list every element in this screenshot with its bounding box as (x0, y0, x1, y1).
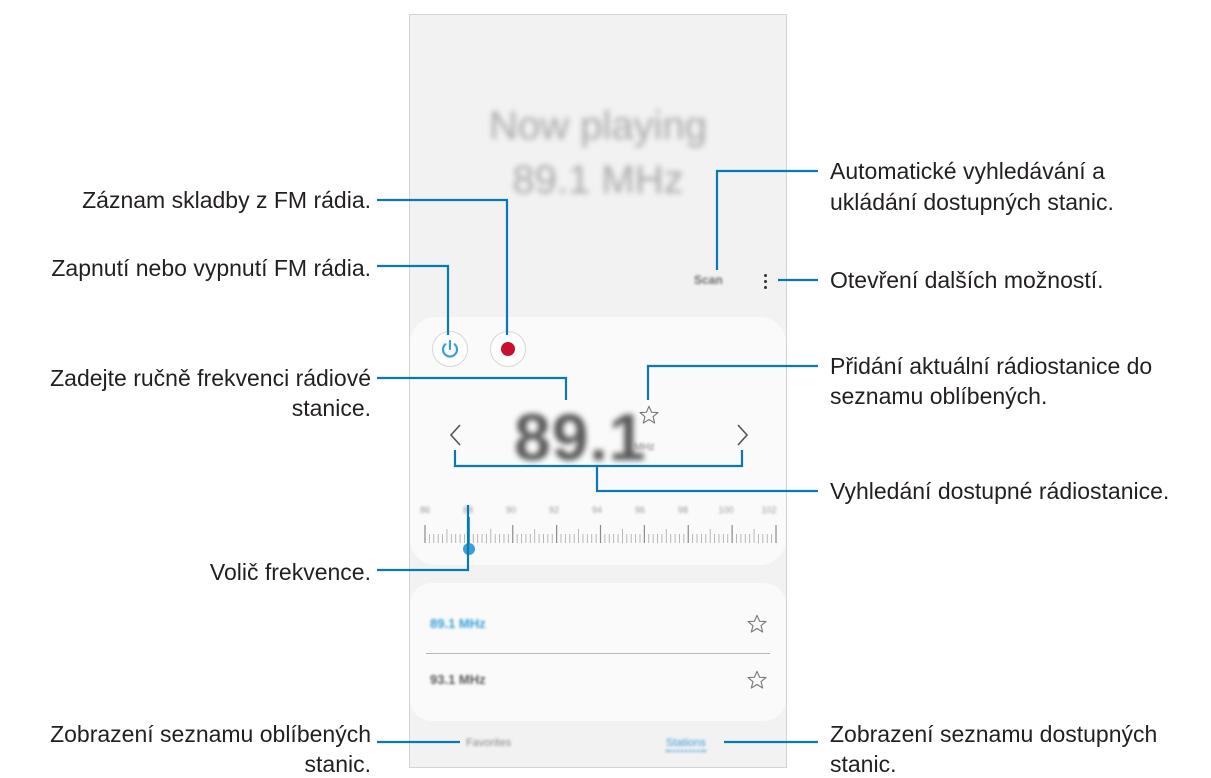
scan-button[interactable]: Scan (694, 273, 723, 287)
callout-stations-1: Zobrazení seznamu dostupných (830, 721, 1158, 747)
now-playing-title: Now playing (489, 104, 707, 148)
more-options-icon[interactable] (760, 271, 770, 291)
station-row[interactable]: 93.1 MHz (426, 653, 770, 709)
now-playing-display: Now playing 89.1 MHz (410, 99, 786, 207)
tuner-panel: 89.1 MHz 86 88 90 92 94 96 98 100 102 (410, 317, 786, 565)
power-button[interactable] (432, 331, 468, 367)
callout-favorites-1: Zobrazení seznamu oblíbených (50, 721, 371, 747)
scale-label: 100 (718, 505, 734, 515)
star-outline-icon[interactable] (746, 613, 768, 635)
callout-scan-1: Automatické vyhledávání a (830, 158, 1105, 184)
star-outline-icon[interactable] (638, 404, 660, 426)
frequency-display[interactable]: 89.1 (514, 399, 646, 475)
chevron-left-icon[interactable] (444, 421, 468, 449)
scale-label: 86 (419, 505, 431, 515)
frequency-unit: MHz (634, 442, 655, 453)
tab-stations[interactable]: Stations (666, 737, 706, 752)
frequency-slider-handle[interactable] (463, 543, 475, 555)
callout-stations-2: stanic. (830, 751, 897, 777)
frequency-ruler[interactable] (410, 521, 786, 545)
scale-label: 94 (591, 505, 603, 515)
callout-power: Zapnutí nebo vypnutí FM rádia. (51, 255, 371, 281)
callout-manual-1: Zadejte ručně frekvenci rádiové (50, 365, 371, 391)
callout-add-fav-2: seznamu oblíbených. (830, 383, 1048, 409)
scale-label: 88 (462, 505, 474, 515)
record-button[interactable] (490, 331, 526, 367)
station-name: 93.1 MHz (430, 672, 486, 687)
chevron-right-icon[interactable] (730, 421, 754, 449)
callout-record: Záznam skladby z FM rádia. (82, 187, 371, 213)
callout-favorites-2: stanic. (304, 751, 371, 777)
fm-radio-screen: Now playing 89.1 MHz Scan 89.1 MHz 86 88… (409, 14, 787, 768)
callout-manual-2: stanice. (291, 395, 371, 421)
tab-favorites[interactable]: Favorites (466, 737, 511, 749)
callout-scan-2: ukládání dostupných stanic. (830, 189, 1114, 215)
star-outline-icon[interactable] (746, 669, 768, 691)
now-playing-frequency: 89.1 MHz (512, 158, 684, 202)
scale-label: 96 (634, 505, 646, 515)
frequency-scale-labels: 86 88 90 92 94 96 98 100 102 (410, 505, 786, 517)
scale-label: 90 (505, 505, 517, 515)
station-row[interactable]: 89.1 MHz (426, 597, 770, 654)
station-list: 89.1 MHz 93.1 MHz (410, 583, 786, 721)
callout-slider: Volič frekvence. (209, 559, 371, 585)
scale-label: 98 (677, 505, 689, 515)
power-icon (441, 339, 459, 358)
callout-search: Vyhledání dostupné rádiostanice. (830, 478, 1170, 504)
callout-add-fav-1: Přidání aktuální rádiostanice do (830, 353, 1153, 379)
scale-label: 92 (548, 505, 560, 515)
callout-more: Otevření dalších možností. (830, 267, 1104, 293)
station-name: 89.1 MHz (430, 616, 486, 631)
scale-label: 102 (761, 505, 777, 515)
